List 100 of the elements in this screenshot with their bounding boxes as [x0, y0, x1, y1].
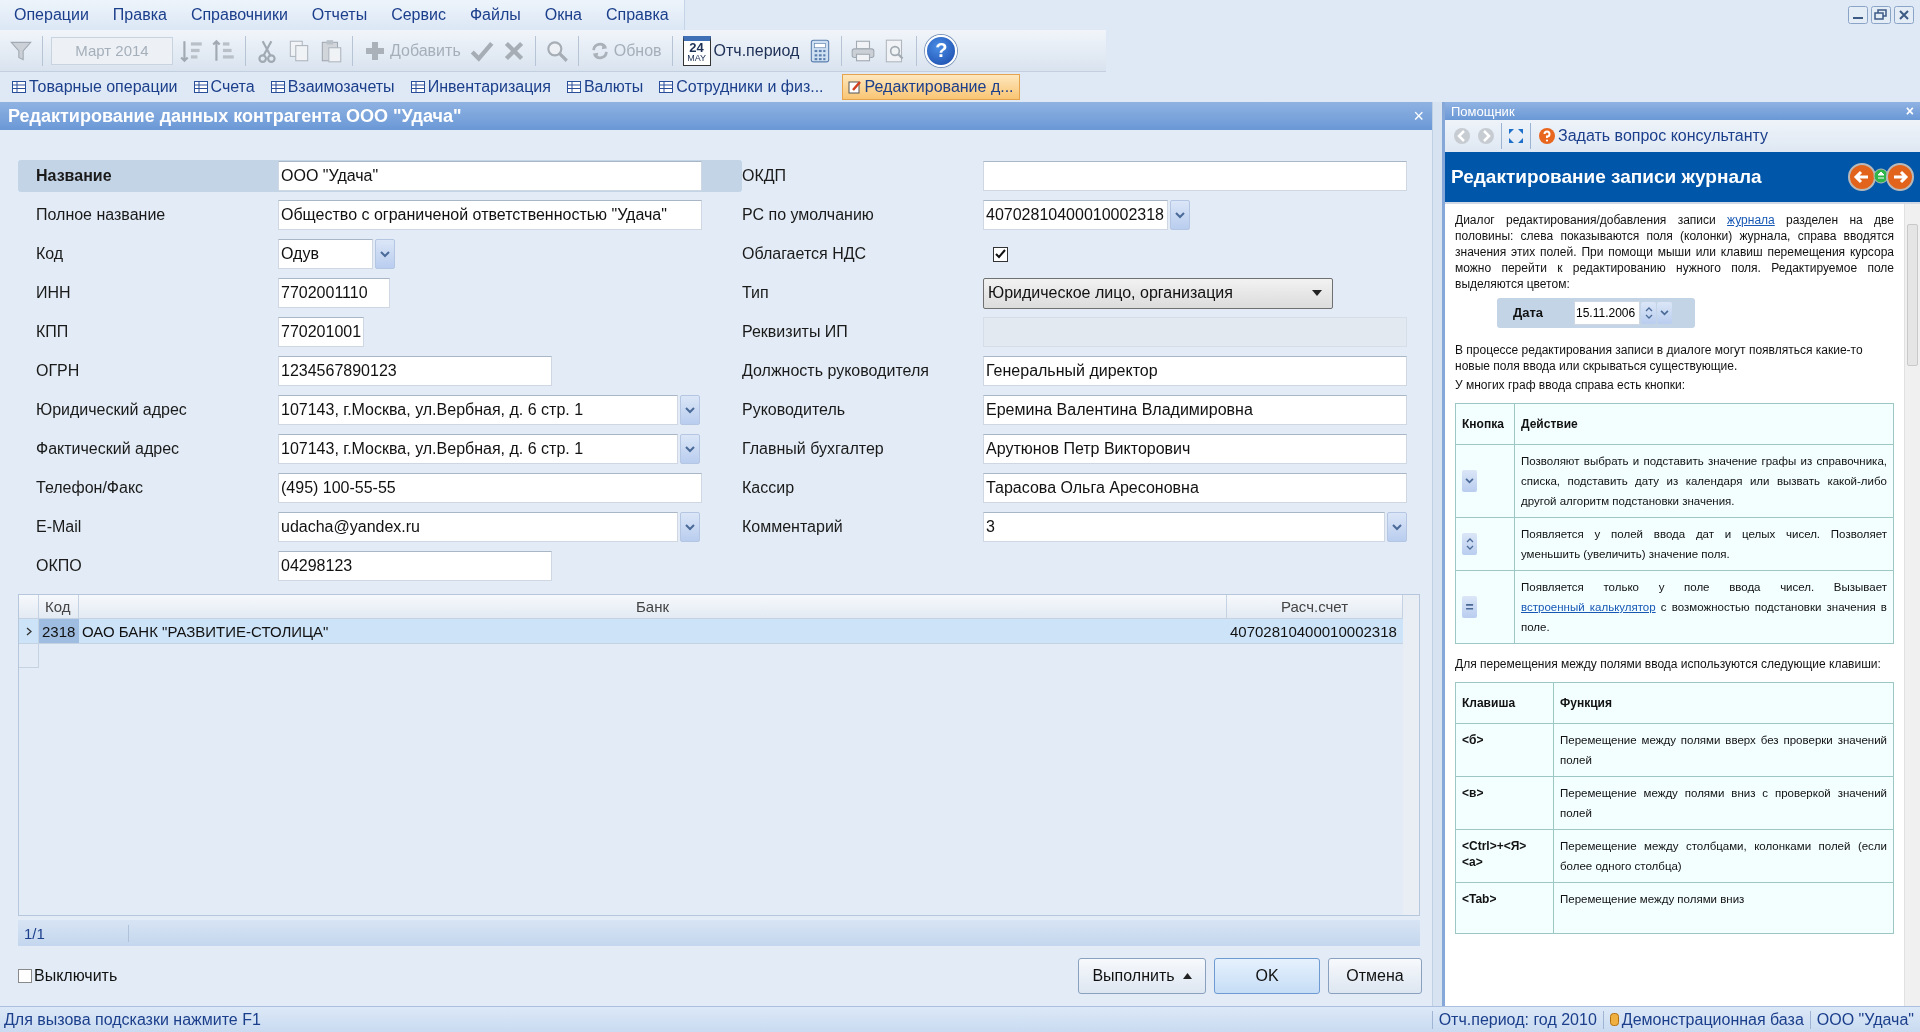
dropdown-button[interactable]	[680, 512, 700, 542]
field-label: Фактический адрес	[35, 440, 181, 458]
table-icon	[12, 81, 26, 93]
panel-title: Помощник	[1451, 103, 1515, 119]
table-header: Клавиша	[1455, 682, 1554, 724]
dropdown-button[interactable]	[1170, 200, 1190, 230]
spinner-button[interactable]	[1462, 533, 1477, 555]
text-field[interactable]: 04298123	[278, 551, 552, 581]
help-link[interactable]: журнала	[1727, 213, 1775, 227]
checkbox[interactable]	[993, 246, 1008, 262]
menu-item[interactable]: Файлы	[455, 6, 531, 24]
dropdown-button[interactable]	[680, 395, 700, 425]
combo-field[interactable]: udacha@yandex.ru	[278, 512, 678, 542]
table-icon	[193, 81, 208, 93]
navigation-arrows-icon[interactable]	[1848, 162, 1914, 192]
text-field[interactable]: 7702001110	[278, 278, 390, 308]
dropdown-button[interactable]	[680, 434, 700, 464]
checkbox[interactable]	[18, 969, 32, 983]
field-label: Код	[35, 245, 65, 263]
tab[interactable]: Инвентаризация	[404, 74, 557, 100]
dialog-title: Редактирование данных контрагента ООО "Удача"	[8, 105, 462, 127]
dropdown-button[interactable]	[375, 239, 395, 269]
combo-field[interactable]: 40702810400010002318	[983, 200, 1168, 230]
field-label: Реквизиты ИП	[742, 323, 849, 341]
caret-icon	[1312, 290, 1322, 296]
record-counter: 1/1	[18, 924, 129, 942]
text-field[interactable]: (495) 100-55-55	[278, 473, 702, 503]
table-cell-text: 40702810400010002318	[1229, 621, 1398, 642]
column-header[interactable]: Банк	[79, 595, 1227, 618]
menu-item[interactable]: Операции	[0, 6, 99, 24]
tab[interactable]: Валюты	[560, 74, 650, 100]
table-header: Действие	[1514, 403, 1894, 445]
tab[interactable]: Сотрудники и физ...	[653, 74, 830, 100]
caret-icon	[685, 445, 695, 453]
status-company: ООО "Удача"	[1809, 1010, 1920, 1029]
type-select[interactable]: Юридическое лицо, организация	[983, 277, 1333, 309]
menu-item[interactable]: Справочники	[176, 6, 298, 24]
cancel-button[interactable]: Отмена	[1328, 958, 1422, 994]
dropdown-button[interactable]	[1657, 302, 1672, 324]
scrollbar[interactable]	[1904, 204, 1920, 1006]
field-label: ОГРН	[35, 362, 81, 380]
text-field[interactable]: Еремина Валентина Владимировна	[983, 395, 1407, 425]
dropdown-button[interactable]	[1462, 470, 1477, 492]
combo-field[interactable]: 3	[983, 512, 1385, 542]
restore-icon[interactable]	[1871, 6, 1891, 24]
scrollbar[interactable]	[1403, 595, 1419, 915]
text-field[interactable]: 770201001	[278, 317, 364, 347]
text-field[interactable]: Тарасова Ольга Аресоновна	[983, 473, 1407, 503]
text-field[interactable]: Арутюнов Петр Викторович	[983, 434, 1407, 464]
column-header[interactable]: Код	[39, 595, 79, 618]
menu-item[interactable]: Справка	[591, 6, 679, 24]
table-header: Функция	[1553, 682, 1894, 724]
expand-icon[interactable]	[1508, 128, 1524, 144]
menu-item[interactable]: Отчеты	[297, 6, 378, 24]
tab[interactable]: Редактирование д...	[841, 74, 1020, 100]
help-link[interactable]: встроенный калькулятор	[1521, 601, 1656, 613]
tab[interactable]: Товарные операции	[6, 74, 184, 100]
ok-button[interactable]: OK	[1214, 958, 1320, 994]
menu-item[interactable]: Правка	[98, 6, 177, 24]
table-cell-text: ОАО БАНК "РАЗВИТИЕ-СТОЛИЦА"	[81, 621, 330, 642]
table-cell: Перемещение между полями вниз	[1553, 882, 1894, 934]
caret-icon	[380, 250, 390, 258]
menu-item[interactable]: Окна	[530, 6, 592, 24]
text-field[interactable]: ООО "Удача"	[278, 161, 702, 191]
spinner-button[interactable]	[1641, 302, 1656, 324]
field-label: КПП	[35, 323, 70, 341]
table-icon	[270, 81, 285, 93]
table-cell: Позволяют выбрать и подставить значение графы из справочника, списка, подставить дату из календаря или вызвать какой-либо другой алгоритм подстановки значения.	[1514, 444, 1894, 518]
run-menu-button[interactable]: Выполнить	[1078, 958, 1206, 994]
text-field[interactable]: Общество с ограниченой ответственностью "Удача"	[278, 200, 702, 230]
combo-field[interactable]: Одув	[278, 239, 373, 269]
field-label: E-Mail	[35, 518, 83, 536]
combo-field[interactable]: 107143, г.Москва, ул.Вербная, д. 6 стр. 1	[278, 395, 678, 425]
caret-icon	[1182, 973, 1192, 979]
field-label: Тип	[742, 284, 770, 302]
text-field[interactable]	[983, 161, 1407, 191]
tab[interactable]: Счета	[187, 74, 261, 100]
dropdown-button[interactable]	[1387, 512, 1407, 542]
field-label: ОКПО	[35, 557, 83, 575]
combo-field[interactable]: 107143, г.Москва, ул.Вербная, д. 6 стр. 1	[278, 434, 678, 464]
sort-icon[interactable]	[211, 37, 237, 64]
menu-item[interactable]: Сервис	[377, 6, 456, 24]
help-paragraph: Диалог редактирования/добавления записи журнала разделен на две половины: слева показываются поля (колонки) журнала, справа вводятся значения этих полей. При помощи мыши или клавиш перемещения курсора можно перейти к редактированию нужного поля. Редактируемое поле выделяются цветом:	[1455, 212, 1894, 292]
text-field[interactable]: Генеральный директор	[983, 356, 1407, 386]
table-icon	[659, 81, 674, 93]
close-icon[interactable]	[1894, 6, 1914, 24]
table-cell: 2318	[39, 619, 79, 643]
calculator-button[interactable]: =	[1462, 596, 1477, 618]
date-field[interactable]: 15.11.2006	[1574, 301, 1640, 325]
help-button[interactable]: ?	[925, 34, 958, 67]
minimize-icon[interactable]	[1848, 6, 1868, 24]
checkbox-label: Выключить	[34, 967, 118, 985]
tab[interactable]: Взаимозачеты	[264, 74, 401, 100]
caret-icon	[1392, 523, 1402, 531]
caret-icon	[685, 406, 695, 414]
text-field[interactable]: 1234567890123	[278, 356, 552, 386]
field-label: ИНН	[35, 284, 72, 302]
status-hint: Для вызова подсказки нажмите F1	[3, 1010, 262, 1029]
up-down-arrows-icon	[1465, 537, 1474, 551]
help-paragraph: У многих граф ввода справа есть кнопки:	[1455, 377, 1687, 393]
